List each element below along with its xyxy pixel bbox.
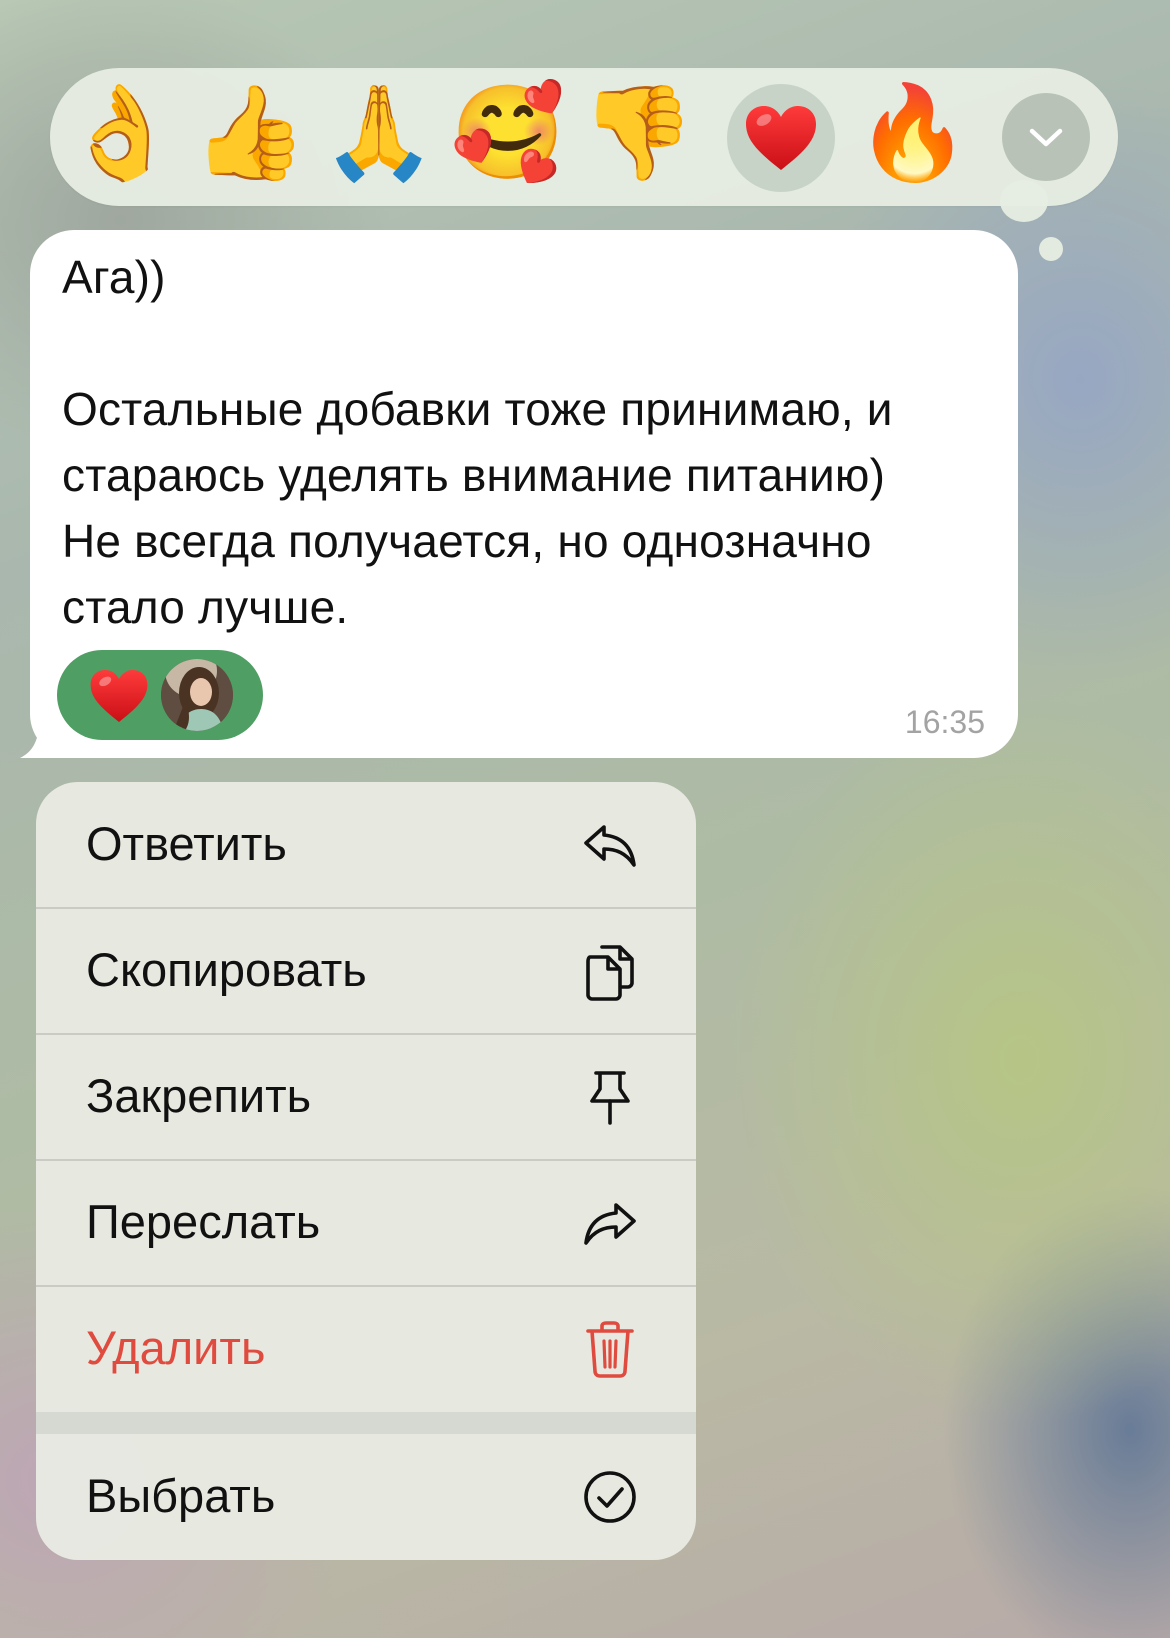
thumbs-down-emoji[interactable]: 👎	[581, 78, 696, 188]
context-menu: Ответить Скопировать Закрепить Переслать…	[36, 782, 696, 1560]
menu-section-separator	[36, 1412, 696, 1434]
forward-icon	[584, 1203, 636, 1245]
red-heart-emoji[interactable]	[727, 84, 835, 192]
expand-reactions-button[interactable]	[1002, 93, 1090, 181]
message-line: стало лучше.	[62, 581, 349, 633]
menu-item-label: Закрепить	[86, 1069, 312, 1122]
message-line: Остальные добавки тоже принимаю, и	[62, 383, 893, 435]
copy-icon	[586, 945, 634, 1001]
red-heart-icon	[90, 670, 148, 722]
reaction-bar: 👌 👍 🙏 🥰 👎 🔥	[50, 68, 1118, 222]
thumbs-up-emoji[interactable]: 👍	[193, 78, 308, 188]
chevron-down-icon	[1029, 128, 1063, 147]
pin-icon	[590, 1071, 630, 1125]
menu-item-label: Ответить	[86, 817, 287, 870]
folded-hands-emoji[interactable]: 🙏	[322, 78, 437, 188]
avatar	[161, 659, 233, 731]
fire-emoji[interactable]: 🔥	[856, 78, 971, 188]
reply-icon	[584, 825, 636, 867]
smiling-face-with-hearts-emoji[interactable]: 🥰	[451, 78, 566, 188]
reaction-bar-tail-dot	[1039, 237, 1063, 261]
message-bubble[interactable]: Ага)) Остальные добавки тоже принимаю, и…	[30, 230, 1018, 758]
message-line: стараюсь уделять внимание питанию)	[62, 449, 886, 501]
trash-icon	[586, 1321, 634, 1378]
message-line: Ага))	[62, 251, 166, 303]
reaction-bar-tail	[1000, 180, 1048, 222]
message-reaction-chip[interactable]	[57, 650, 263, 740]
menu-item-pin[interactable]: Закрепить	[36, 1034, 696, 1159]
ok-hand-emoji[interactable]: 👌	[64, 78, 179, 188]
menu-item-delete[interactable]: Удалить	[36, 1286, 696, 1411]
message-timestamp: 16:35	[904, 704, 985, 740]
menu-item-copy[interactable]: Скопировать	[36, 908, 696, 1033]
menu-item-label: Переслать	[86, 1195, 321, 1248]
menu-item-label: Скопировать	[86, 943, 367, 996]
menu-item-label: Удалить	[86, 1321, 266, 1374]
message-line: Не всегда получается, но однозначно	[62, 515, 872, 567]
reactor-avatar-image	[161, 659, 233, 731]
checkmark-circle-icon	[584, 1471, 636, 1523]
menu-item-select[interactable]: Выбрать	[36, 1434, 696, 1559]
menu-item-forward[interactable]: Переслать	[36, 1160, 696, 1285]
red-heart-icon	[746, 106, 816, 170]
menu-item-label: Выбрать	[86, 1469, 276, 1522]
menu-item-reply[interactable]: Ответить	[36, 782, 696, 907]
